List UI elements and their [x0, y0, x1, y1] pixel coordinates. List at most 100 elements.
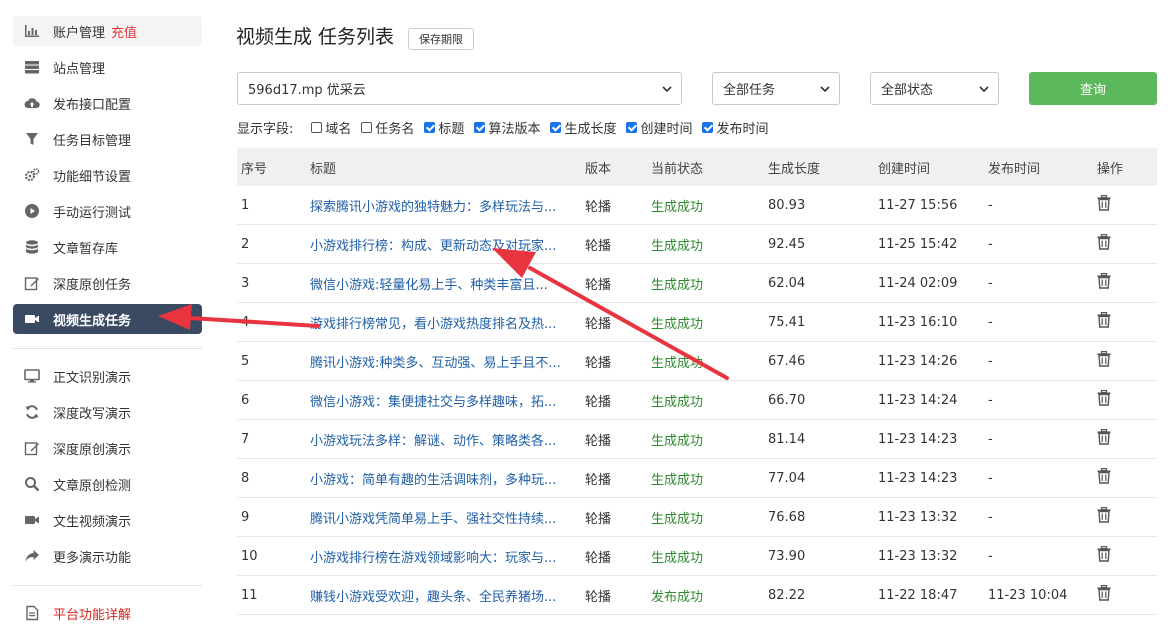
sidebar-item-sites[interactable]: 站点管理	[13, 52, 202, 82]
trash-icon[interactable]	[1097, 311, 1111, 328]
checkbox[interactable]	[361, 121, 373, 133]
save-period-button[interactable]: 保存期限	[408, 28, 474, 50]
field-checkbox-domain[interactable]: 域名	[311, 118, 351, 137]
row-title-link[interactable]: 赚钱小游戏受欢迎，趣头条、全民养猪场...	[310, 586, 585, 605]
row-title-link[interactable]: 小游戏玩法多样：解谜、动作、策略类各...	[310, 430, 585, 449]
field-checkbox-length[interactable]: 生成长度	[550, 118, 616, 137]
trash-icon[interactable]	[1097, 584, 1111, 601]
row-actions	[1097, 272, 1157, 293]
trash-icon[interactable]	[1097, 389, 1111, 406]
sidebar-item-originality-check[interactable]: 文章原创检测	[13, 469, 202, 499]
row-title-link[interactable]: 小游戏排行榜在游戏领域影响大：玩家与...	[310, 547, 585, 566]
row-actions	[1097, 194, 1157, 215]
sidebar-item-manual-run[interactable]: 手动运行测试	[13, 196, 202, 226]
row-no: 10	[241, 548, 258, 564]
table-row: 1 探索腾讯小游戏的独特魅力：多样玩法与... 轮播 生成成功 80.93 11-27 1…	[237, 186, 1157, 225]
sidebar-item-more-demos[interactable]: 更多演示功能	[13, 541, 202, 571]
trash-icon[interactable]	[1097, 545, 1111, 562]
field-checkbox-task-name[interactable]: 任务名	[361, 118, 414, 137]
header-length: 生成长度	[768, 161, 821, 177]
checkbox-label: 域名	[325, 121, 352, 137]
row-status: 生成成功	[651, 355, 704, 371]
trash-icon[interactable]	[1097, 350, 1111, 367]
status-select[interactable]: 全部状态	[870, 72, 999, 105]
row-created: 11-23 14:26	[878, 353, 958, 369]
sidebar-item-label: 深度原创任务	[53, 277, 132, 293]
checkbox[interactable]	[550, 121, 562, 133]
sidebar-item-publish-api[interactable]: 发布接口配置	[13, 88, 202, 118]
checkbox[interactable]	[424, 121, 436, 133]
filter-icon	[23, 130, 41, 148]
row-title-link[interactable]: 微信小游戏:轻量化易上手、种类丰富且...	[310, 274, 585, 293]
checkbox[interactable]	[702, 121, 714, 133]
row-title-link[interactable]: 腾讯小游戏凭简单易上手、强社交性持续...	[310, 508, 585, 527]
row-title-link[interactable]: 小游戏排行榜：构成、更新动态及对玩家...	[310, 235, 585, 254]
row-length: 73.90	[768, 548, 806, 564]
sidebar-item-text-recognition[interactable]: 正文识别演示	[13, 361, 202, 391]
sidebar-item-label: 手动运行测试	[53, 205, 132, 221]
row-actions	[1097, 506, 1157, 527]
search-icon	[23, 475, 41, 493]
checkbox[interactable]	[626, 121, 638, 133]
trash-icon[interactable]	[1097, 467, 1111, 484]
task-select[interactable]: 全部任务	[712, 72, 840, 105]
table-row: 7 小游戏玩法多样：解谜、动作、策略类各... 轮播 生成成功 81.14 11-23 1…	[237, 420, 1157, 459]
row-published: -	[988, 509, 993, 525]
sidebar-item-label: 深度原创演示	[53, 442, 132, 458]
sidebar-item-text-to-video[interactable]: 文生视频演示	[13, 505, 202, 535]
field-checkbox-title[interactable]: 标题	[424, 118, 464, 137]
trash-icon[interactable]	[1097, 428, 1111, 445]
trash-icon[interactable]	[1097, 272, 1111, 289]
database-icon	[23, 238, 41, 256]
sidebar-item-account[interactable]: 账户管理 充值	[13, 16, 202, 46]
row-length: 75.41	[768, 314, 806, 330]
row-title-link[interactable]: 微信小游戏：集便捷社交与多样趣味，拓...	[310, 391, 585, 410]
table-row: 6 微信小游戏：集便捷社交与多样趣味，拓... 轮播 生成成功 66.70 11-23 1…	[237, 381, 1157, 420]
site-select[interactable]: 596d17.mp 优采云	[237, 72, 682, 105]
recharge-link[interactable]: 充值	[111, 22, 137, 41]
table-row: 2 小游戏排行榜：构成、更新动态及对玩家... 轮播 生成成功 92.45 11-25 1…	[237, 225, 1157, 264]
row-version: 轮播	[585, 199, 612, 215]
row-published: -	[988, 314, 993, 330]
row-title-link[interactable]: 游戏排行榜常见，看小游戏热度排名及热...	[310, 313, 585, 332]
row-no: 7	[241, 431, 250, 447]
header-status: 当前状态	[651, 161, 704, 177]
row-length: 82.22	[768, 587, 806, 603]
sidebar-item-article-storage[interactable]: 文章暂存库	[13, 232, 202, 262]
row-version: 轮播	[585, 316, 612, 332]
trash-icon[interactable]	[1097, 506, 1111, 523]
field-checkbox-published[interactable]: 发布时间	[702, 118, 769, 137]
sidebar-item-deep-rewrite[interactable]: 深度改写演示	[13, 397, 202, 427]
row-version: 轮播	[585, 589, 612, 605]
field-checkbox-created[interactable]: 创建时间	[626, 118, 692, 137]
row-created: 11-23 16:10	[878, 314, 958, 330]
row-length: 66.70	[768, 392, 806, 408]
sidebar-item-deep-original[interactable]: 深度原创任务	[13, 268, 202, 298]
sidebar-item-deep-original-demo[interactable]: 深度原创演示	[13, 433, 202, 463]
row-no: 5	[241, 353, 250, 369]
trash-icon[interactable]	[1097, 194, 1111, 211]
row-title-link[interactable]: 腾讯小游戏:种类多、互动强、易上手且不...	[310, 352, 585, 371]
trash-icon[interactable]	[1097, 233, 1111, 250]
query-button[interactable]: 查询	[1029, 72, 1157, 105]
row-title-link[interactable]: 小游戏：简单有趣的生活调味剂，多种玩...	[310, 469, 585, 488]
row-status: 生成成功	[651, 238, 704, 254]
site-select-value: 596d17.mp 优采云	[248, 83, 366, 98]
checkbox[interactable]	[311, 121, 323, 133]
checkbox[interactable]	[474, 121, 486, 133]
sidebar-item-settings[interactable]: 功能细节设置	[13, 160, 202, 190]
row-title-link[interactable]: 探索腾讯小游戏的独特魅力：多样玩法与...	[310, 196, 585, 215]
row-no: 4	[241, 314, 250, 330]
sidebar-item-video-tasks[interactable]: 视频生成任务	[13, 304, 202, 334]
row-length: 92.45	[768, 236, 806, 252]
table-row: 11 赚钱小游戏受欢迎，趣头条、全民养猪场... 轮播 发布成功 82.22 11-22 …	[237, 576, 1157, 615]
row-no: 6	[241, 392, 250, 408]
sidebar-item-platform-docs[interactable]: 平台功能详解	[13, 598, 202, 628]
row-published: -	[988, 392, 993, 408]
sidebar-divider	[13, 348, 202, 349]
row-version: 轮播	[585, 355, 612, 371]
sidebar-item-task-targets[interactable]: 任务目标管理	[13, 124, 202, 154]
field-checkbox-algorithm[interactable]: 算法版本	[474, 118, 540, 137]
checkbox-label: 生成长度	[564, 121, 617, 137]
row-created: 11-23 14:23	[878, 470, 958, 486]
